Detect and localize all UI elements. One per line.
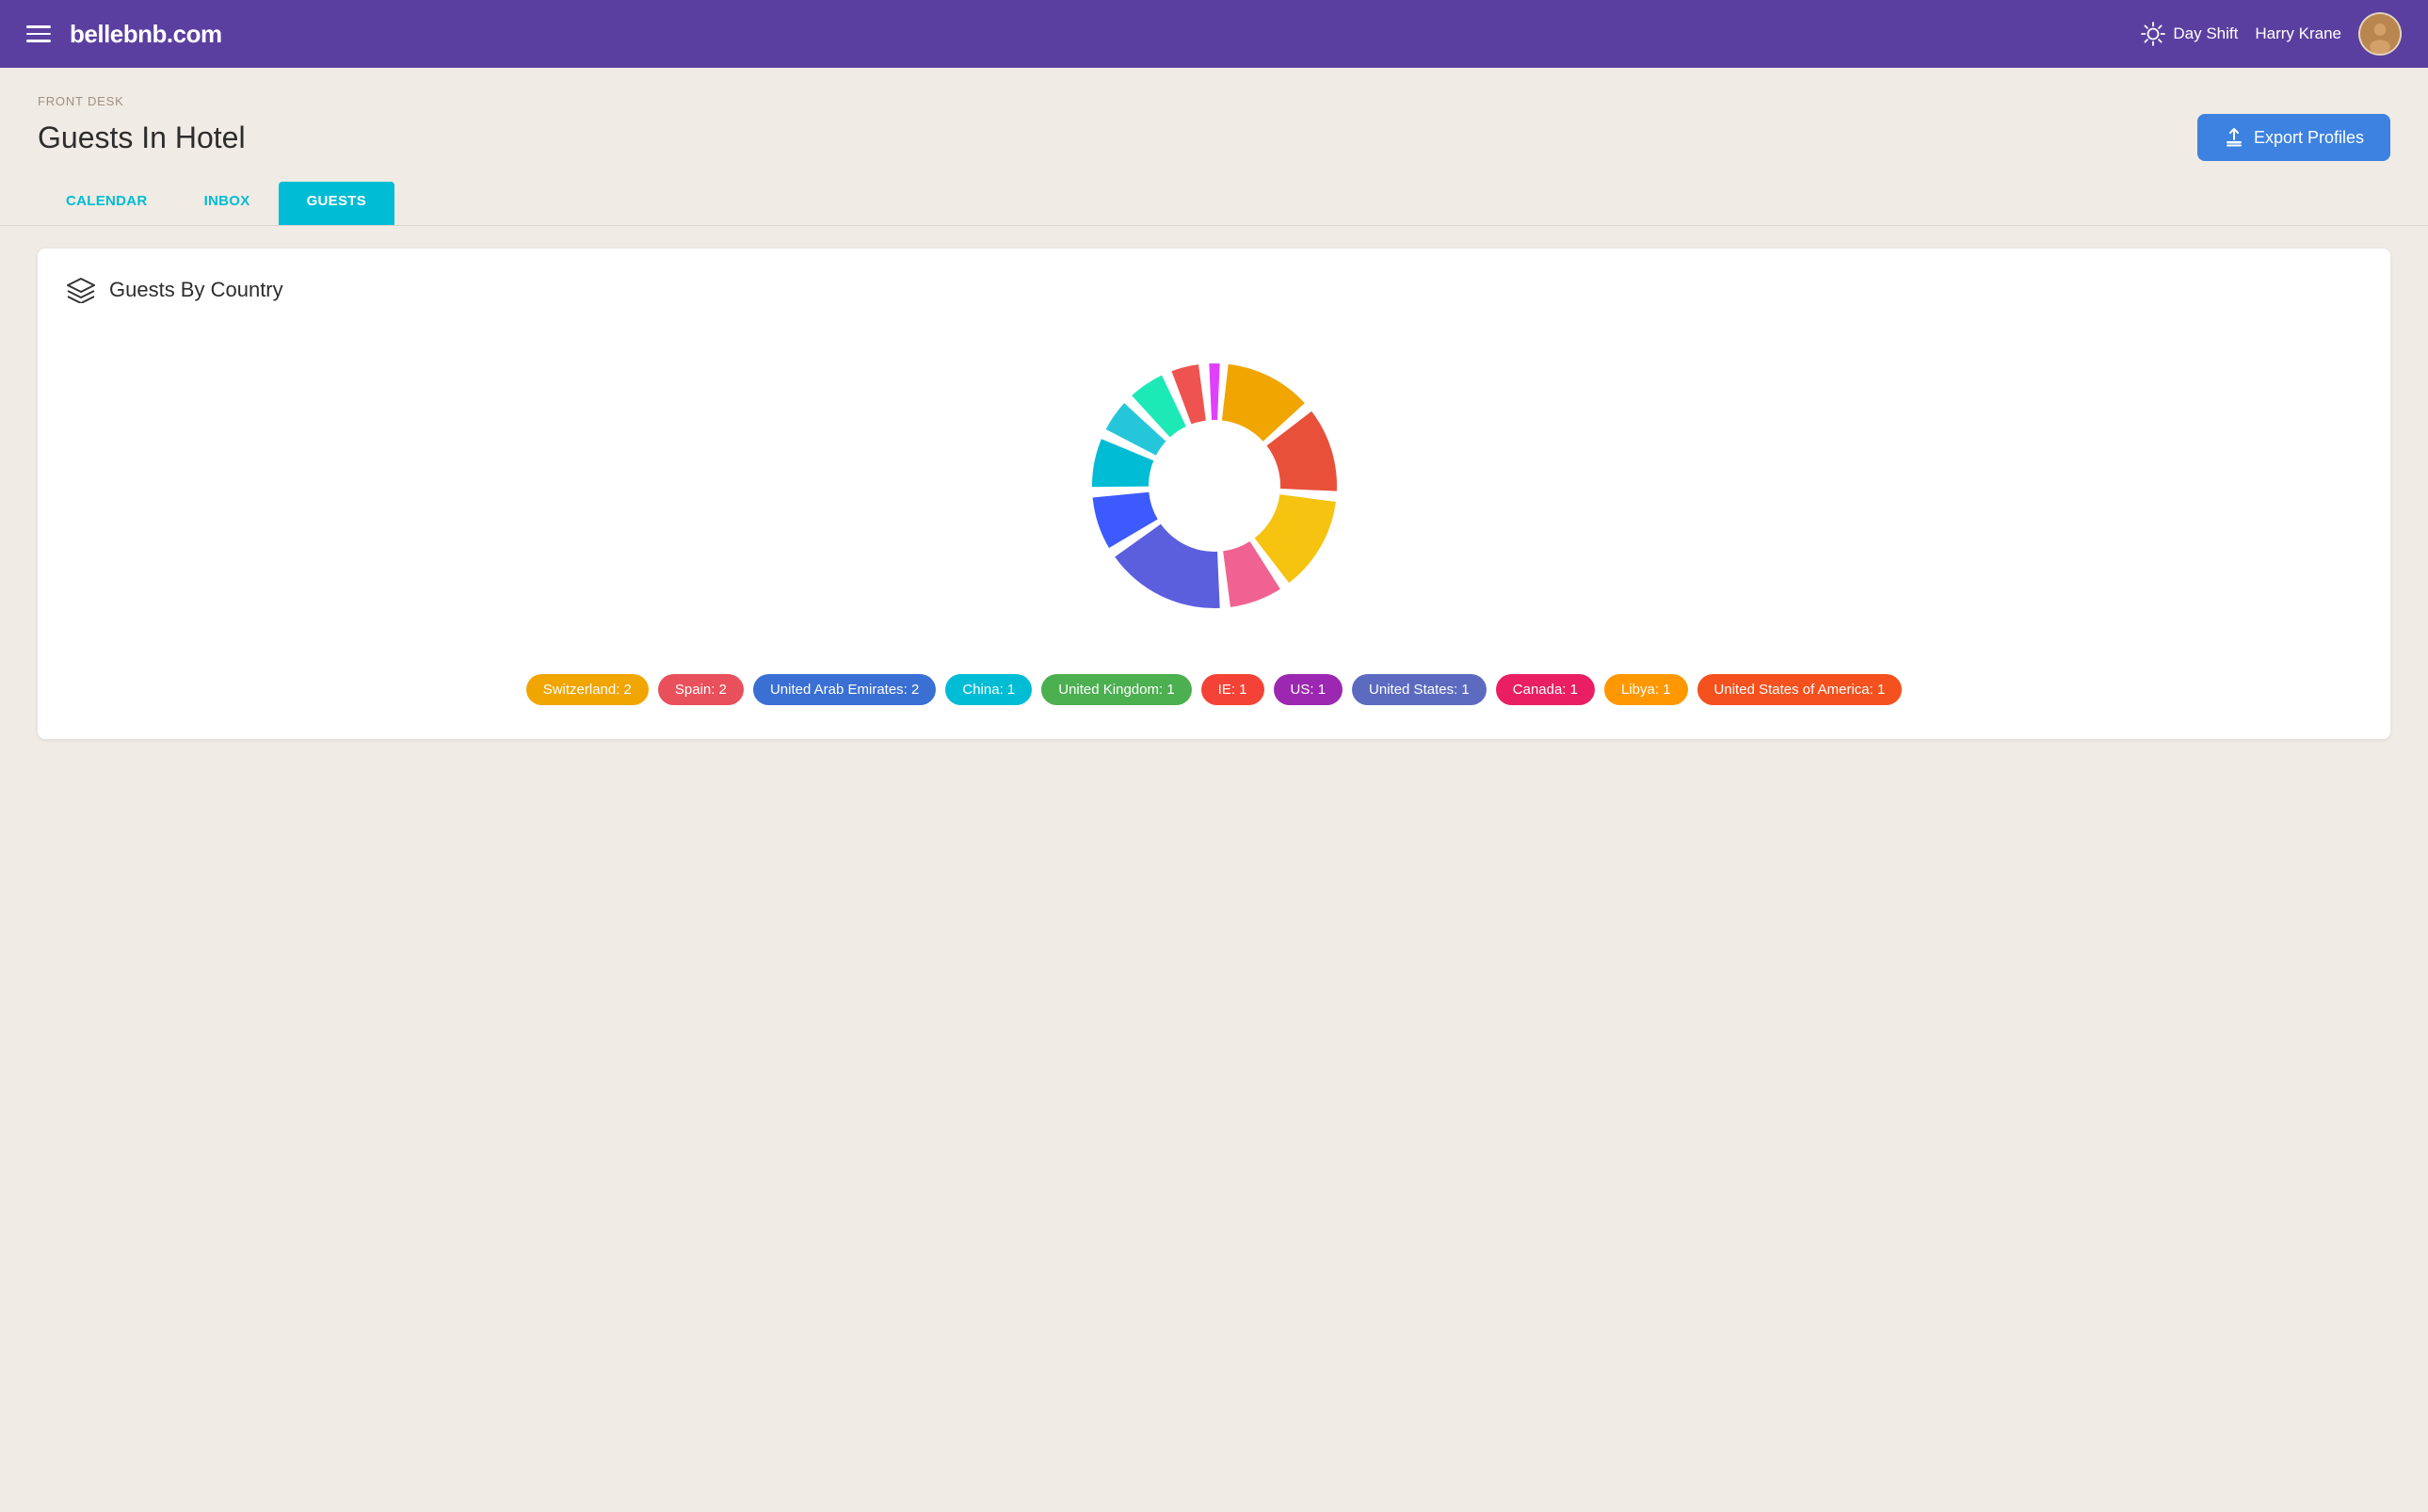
legend-badge: United Kingdom: 1	[1041, 674, 1191, 705]
legend: Switzerland: 2 Spain: 2 United Arab Emirat…	[66, 674, 2362, 705]
donut-chart	[1054, 326, 1375, 646]
tab-inbox[interactable]: INBOX	[176, 182, 279, 225]
tab-calendar[interactable]: CALENDAR	[38, 182, 176, 225]
card-title-row: Guests By Country	[66, 277, 2362, 303]
legend-badge: United States: 1	[1352, 674, 1487, 705]
breadcrumb: FRONT DESK	[38, 94, 2390, 108]
avatar-image	[2360, 14, 2400, 54]
export-button-label: Export Profiles	[2254, 128, 2364, 148]
legend-badge: Canada: 1	[1496, 674, 1595, 705]
tabs-bar: CALENDAR INBOX GUESTS	[0, 182, 2428, 226]
avatar[interactable]	[2358, 12, 2402, 56]
legend-badge: Spain: 2	[658, 674, 744, 705]
export-profiles-button[interactable]: Export Profiles	[2197, 114, 2390, 161]
legend-badge: United Arab Emirates: 2	[753, 674, 936, 705]
header-right: Day Shift Harry Krane	[2141, 12, 2402, 56]
legend-badge: Switzerland: 2	[526, 674, 649, 705]
card-title: Guests By Country	[109, 278, 283, 302]
donut-chart-container	[66, 326, 2362, 646]
upload-icon	[2224, 127, 2244, 148]
day-shift-label: Day Shift	[2173, 24, 2238, 43]
hamburger-menu-icon[interactable]	[26, 25, 51, 42]
tab-guests[interactable]: GUESTS	[279, 182, 394, 225]
user-name-label: Harry Krane	[2255, 24, 2341, 43]
day-shift-indicator[interactable]: Day Shift	[2141, 22, 2238, 46]
page-title-row: Guests In Hotel Export Profiles	[38, 114, 2390, 161]
legend-badge: China: 1	[945, 674, 1032, 705]
guests-by-country-card: Guests By Country Switzerland: 2 Spain: 2…	[38, 249, 2390, 739]
page-header: FRONT DESK Guests In Hotel Export Profil…	[0, 68, 2428, 161]
page-title: Guests In Hotel	[38, 121, 246, 155]
layers-icon	[66, 277, 96, 303]
legend-badge: IE: 1	[1201, 674, 1264, 705]
app-header: bellebnb.com Day Shift Harry Krane	[0, 0, 2428, 68]
sun-icon	[2141, 22, 2165, 46]
legend-badge: Libya: 1	[1604, 674, 1688, 705]
legend-badge: US: 1	[1274, 674, 1343, 705]
main-content: Guests By Country Switzerland: 2 Spain: 2…	[0, 226, 2428, 777]
header-left: bellebnb.com	[26, 20, 222, 49]
app-logo: bellebnb.com	[70, 20, 222, 49]
legend-badge: United States of America: 1	[1697, 674, 1903, 705]
